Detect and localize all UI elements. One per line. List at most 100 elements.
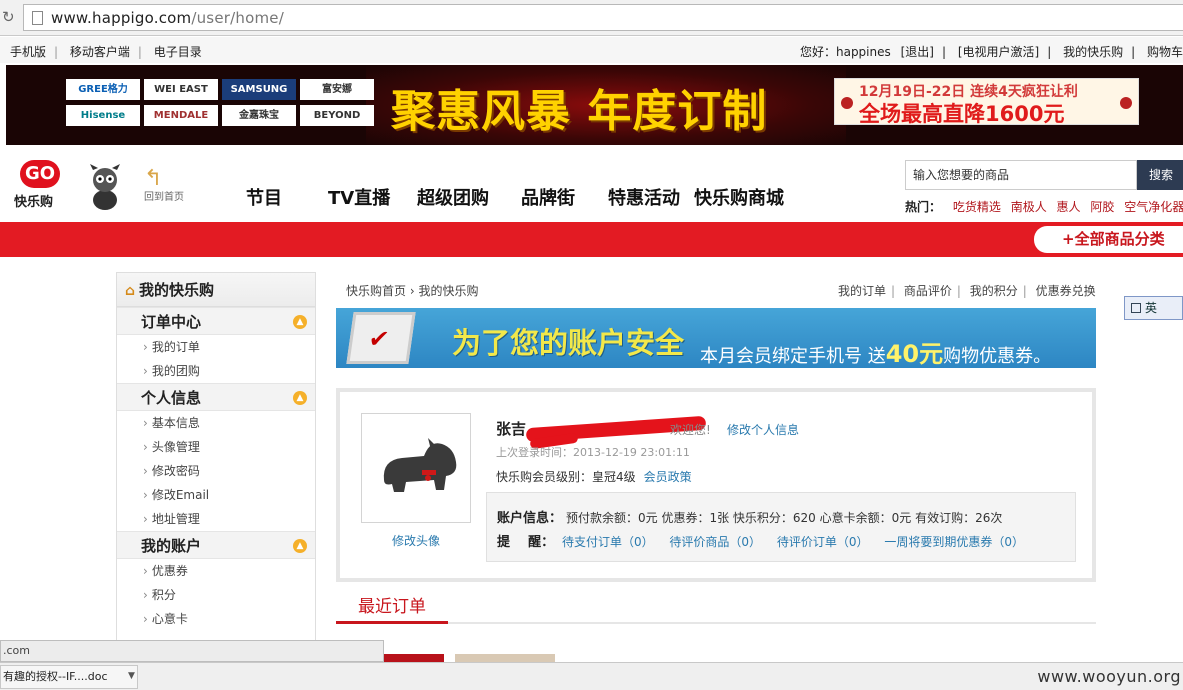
hot-searches: 热门： 吃货精选 南极人 惠人 阿胶 空气净化器 [905, 198, 1183, 215]
sidebar-item-basic-info[interactable]: › 基本信息 [117, 411, 315, 435]
sidebar-group-profile[interactable]: 个人信息 ▲ [117, 383, 315, 411]
dog-avatar-icon [383, 438, 457, 492]
browser-toolbar: ↻ www.happigo.com/user/home/ [0, 0, 1183, 36]
member-policy-link[interactable]: 会员政策 [644, 470, 692, 484]
app-link[interactable]: 移动客户端 [70, 45, 130, 59]
nav-mall[interactable]: 快乐购商城 [694, 184, 784, 210]
download-bar: 有趣的授权--IF....doc ▼ www.wooyun.org [0, 662, 1183, 690]
brand-logo: 金嘉珠宝 [222, 105, 296, 126]
sidebar-item-my-orders[interactable]: › 我的订单 [117, 335, 315, 359]
reminder-unpaid[interactable]: 待支付订单（0） [562, 535, 654, 549]
account-info-row: 账户信息： 预付款余额：0元 优惠券：1张 快乐积分：620 心意卡余额：0元 有… [497, 511, 1003, 526]
security-offer: 本月会员绑定手机号 送40元购物优惠券。 [700, 340, 1052, 368]
sidebar-item-points[interactable]: › 积分 [117, 583, 315, 607]
hot-item[interactable]: 吃货精选 [953, 200, 1001, 214]
nav-programs[interactable]: 节目 [246, 184, 282, 210]
collapse-icon[interactable]: ▲ [293, 391, 307, 405]
collapse-icon[interactable]: ▲ [293, 539, 307, 553]
status-url: .com [0, 640, 384, 662]
breadcrumb: 快乐购首页 › 我的快乐购 [346, 284, 479, 298]
curved-arrow-icon: ↰ [144, 166, 163, 191]
hot-item[interactable]: 空气净化器 [1124, 200, 1183, 214]
avatar[interactable] [361, 413, 471, 523]
page-icon [32, 11, 43, 25]
promo-discount: 全场最高直降1600元 [859, 102, 1065, 126]
sidebar-item-password[interactable]: › 修改密码 [117, 459, 315, 483]
sidebar-item-avatar[interactable]: › 头像管理 [117, 435, 315, 459]
hot-item[interactable]: 阿胶 [1090, 200, 1114, 214]
brand-logo: GREE格力 [66, 79, 140, 100]
sidebar-item-coupons[interactable]: › 优惠券 [117, 559, 315, 583]
reminder-review-products[interactable]: 待评价商品（0） [669, 535, 761, 549]
search-box: 搜索 [905, 160, 1183, 190]
reminder-review-orders[interactable]: 待评价订单（0） [777, 535, 869, 549]
back-home-link[interactable]: ↰ 回到首页 [144, 166, 184, 204]
mobile-link[interactable]: 手机版 [10, 45, 46, 59]
order-tab[interactable] [455, 654, 555, 662]
download-item[interactable]: 有趣的授权--IF....doc [0, 665, 138, 689]
sidebar-group-orders[interactable]: 订单中心 ▲ [117, 307, 315, 335]
account-sidebar: ⌂ 我的快乐购 订单中心 ▲ › 我的订单 › 我的团购 个人信息 ▲ › 基本信息 › 头像… [116, 272, 316, 642]
ime-indicator[interactable]: 英 [1124, 296, 1183, 320]
address-bar[interactable]: www.happigo.com/user/home/ [23, 4, 1183, 31]
security-banner[interactable]: ✔ 为了您的账户安全 本月会员绑定手机号 送40元购物优惠券。 [336, 308, 1096, 368]
brand-logo: 富安娜 [300, 79, 374, 100]
quick-link-points[interactable]: 我的积分 [970, 284, 1018, 298]
reminder-expiring-coupons[interactable]: 一周将要到期优惠券（0） [884, 535, 1024, 549]
my-happigo-link[interactable]: 我的快乐购 [1063, 45, 1123, 59]
brand-logos: GREE格力 WEI EAST SAMSUNG 富安娜 Hisense MEND… [66, 79, 376, 127]
hot-label: 热门： [905, 200, 942, 214]
nav-group-buy[interactable]: 超级团购 [417, 184, 489, 210]
last-login: 上次登录时间：2013-12-19 23:01:11 [496, 446, 690, 459]
all-categories-button[interactable]: +全部商品分类 [1034, 226, 1183, 253]
top-links-bar: 手机版 | 移动客户端 | 电子目录 您好：happines [退出] | [电视用户… [0, 37, 1183, 63]
sidebar-item-gift-card[interactable]: › 心意卡 [117, 607, 315, 631]
quick-link-reviews[interactable]: 商品评价 [904, 284, 952, 298]
nav-specials[interactable]: 特惠活动 [608, 184, 680, 210]
cart-link[interactable]: 购物车 [1147, 45, 1183, 59]
tv-activate-link[interactable]: [电视用户激活] [958, 45, 1039, 59]
user-name: 张吉 [496, 420, 527, 438]
search-button[interactable]: 搜索 [1137, 160, 1183, 190]
home-icon: ⌂ [125, 283, 136, 299]
catalog-link[interactable]: 电子目录 [154, 45, 202, 59]
brand-logo: BEYOND [300, 105, 374, 126]
collapse-icon[interactable]: ▲ [293, 315, 307, 329]
logout-link[interactable]: [退出] [901, 45, 934, 59]
promo-banner[interactable]: GREE格力 WEI EAST SAMSUNG 富安娜 Hisense MEND… [6, 65, 1183, 145]
reload-icon[interactable]: ↻ [2, 8, 18, 26]
category-bar: +全部商品分类 [0, 222, 1183, 257]
greeting: 您好：happines [799, 45, 891, 59]
member-level: 快乐购会员级别：皇冠4级 会员政策 [496, 470, 692, 484]
hot-item[interactable]: 南极人 [1011, 200, 1047, 214]
nav-brand-street[interactable]: 品牌街 [521, 184, 575, 210]
sidebar-item-my-groupbuy[interactable]: › 我的团购 [117, 359, 315, 383]
quick-link-coupon-exchange[interactable]: 优惠券兑换 [1036, 284, 1096, 298]
banner-title: 聚惠风暴 年度订制 [391, 86, 768, 137]
breadcrumb-home[interactable]: 快乐购首页 [346, 284, 406, 298]
brand-logo: MENDALE [144, 105, 218, 126]
order-tab[interactable] [383, 654, 444, 662]
promo-box: 12月19日-22日 连续4天疯狂让利 全场最高直降1600元 [834, 78, 1139, 126]
hot-item[interactable]: 惠人 [1057, 200, 1081, 214]
brand-logo: Hisense [66, 105, 140, 126]
user-info-panel: 修改头像 张吉 欢迎您! 修改个人信息 上次登录时间：2013-12-19 23… [336, 388, 1096, 582]
mascot-dog-icon [90, 164, 120, 210]
recent-orders-header: 最近订单 [336, 592, 1096, 624]
quick-link-orders[interactable]: 我的订单 [838, 284, 886, 298]
reminders-row: 提 醒： 待支付订单（0） 待评价商品（0） 待评价订单（0） 一周将要到期优惠… [497, 535, 1024, 550]
site-logo[interactable]: GO 快乐购 [14, 160, 68, 210]
sidebar-item-email[interactable]: › 修改Email [117, 483, 315, 507]
nav-tv-live[interactable]: TV直播 [328, 184, 390, 210]
welcome-text: 欢迎您! [670, 423, 711, 437]
search-input[interactable] [905, 160, 1137, 190]
url-text[interactable]: www.happigo.com/user/home/ [51, 9, 284, 27]
brand-logo: WEI EAST [144, 79, 218, 100]
sidebar-item-address[interactable]: › 地址管理 [117, 507, 315, 531]
sidebar-title: ⌂ 我的快乐购 [117, 273, 315, 307]
sidebar-group-account[interactable]: 我的账户 ▲ [117, 531, 315, 559]
tab-recent-orders[interactable]: 最近订单 [336, 592, 448, 624]
change-avatar-link[interactable]: 修改头像 [360, 532, 472, 549]
dropdown-arrow-icon[interactable]: ▼ [128, 671, 135, 681]
edit-profile-link[interactable]: 修改个人信息 [727, 421, 799, 438]
